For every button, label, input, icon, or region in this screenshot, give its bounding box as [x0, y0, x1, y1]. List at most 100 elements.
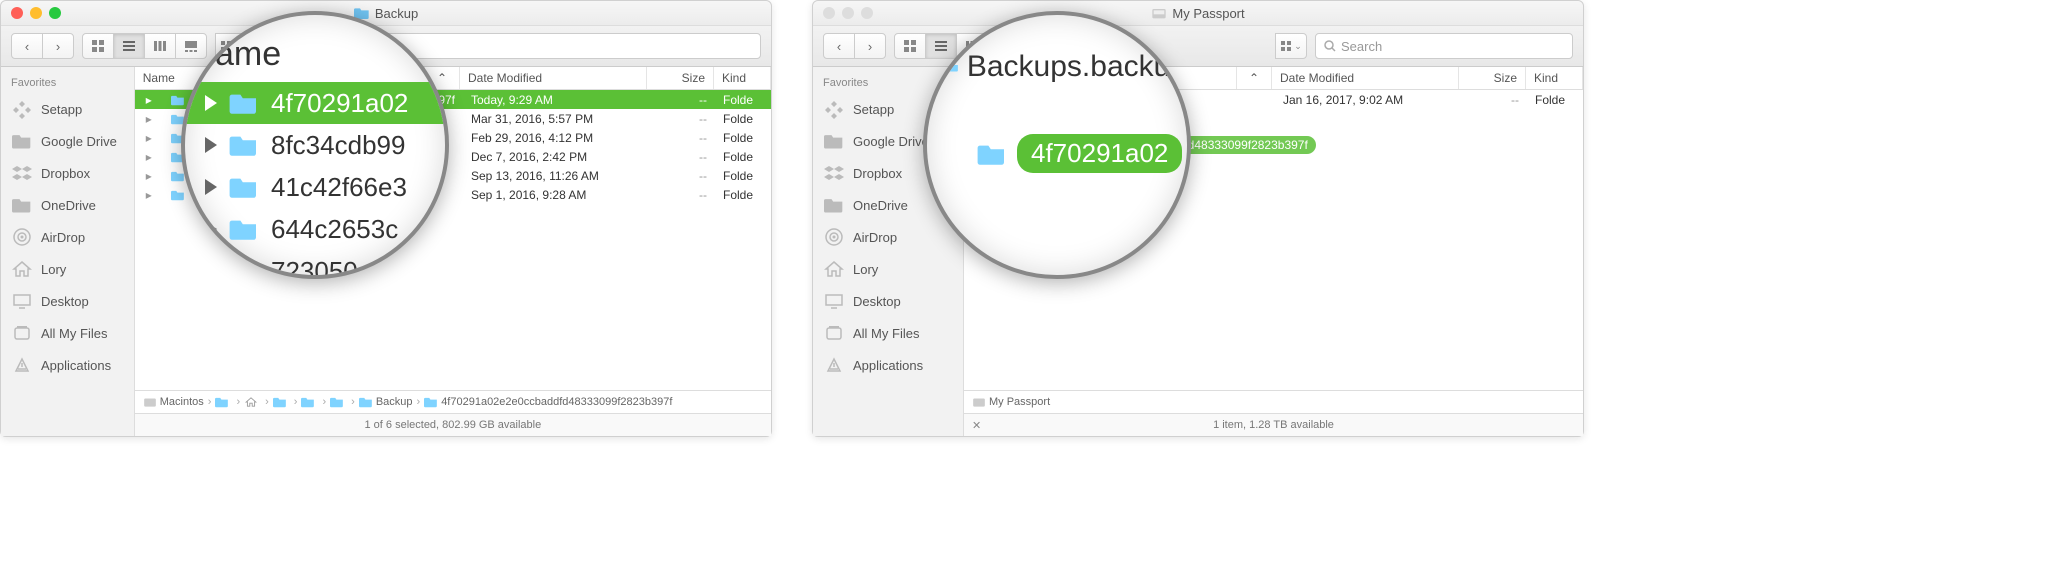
- path-segment[interactable]: [215, 396, 232, 408]
- file-kind: Folde: [715, 112, 771, 126]
- file-date: Feb 29, 2016, 4:12 PM: [463, 131, 649, 145]
- path-segment[interactable]: [301, 396, 318, 408]
- column-date[interactable]: Date Modified: [460, 67, 647, 89]
- status-text: 1 of 6 selected, 802.99 GB available: [365, 419, 542, 431]
- view-list-button[interactable]: [925, 33, 957, 59]
- titlebar: Backup: [1, 1, 771, 26]
- sidebar-item-home[interactable]: Lory: [1, 253, 134, 285]
- forward-button[interactable]: ›: [854, 33, 886, 59]
- sidebar-item-allfiles[interactable]: All My Files: [813, 317, 963, 349]
- back-button[interactable]: ‹: [823, 33, 855, 59]
- path-segment[interactable]: [273, 396, 290, 408]
- disk-icon: [1151, 6, 1167, 20]
- folder-icon: [229, 133, 259, 157]
- file-kind: Folde: [715, 188, 771, 202]
- home-icon: [823, 258, 845, 280]
- sidebar: Favorites Setapp Google Drive Dropbox On…: [1, 67, 135, 436]
- sidebar-item-applications[interactable]: Applications: [1, 349, 134, 381]
- folder-icon: [823, 130, 845, 152]
- setapp-icon: [823, 98, 845, 120]
- disclosure-icon[interactable]: ▸: [135, 131, 163, 145]
- path-separator-icon: ›: [208, 396, 212, 408]
- minimize-icon[interactable]: [30, 7, 42, 19]
- folder-icon: [972, 396, 986, 408]
- folder-icon: [273, 396, 287, 408]
- disclosure-icon[interactable]: ▸: [135, 169, 163, 183]
- view-columns-button[interactable]: [144, 33, 176, 59]
- path-segment[interactable]: Macintos: [143, 396, 204, 408]
- sidebar-item-allfiles[interactable]: All My Files: [1, 317, 134, 349]
- disclosure-icon[interactable]: ▸: [135, 93, 163, 107]
- sidebar-item-setapp[interactable]: Setapp: [1, 93, 134, 125]
- path-segment[interactable]: Backup: [359, 396, 413, 408]
- path-segment[interactable]: [244, 396, 261, 408]
- column-kind[interactable]: Kind: [714, 67, 771, 89]
- folder-icon: [244, 396, 258, 408]
- file-size: --: [649, 188, 715, 202]
- file-kind: Folde: [715, 131, 771, 145]
- disclosure-icon[interactable]: ▸: [135, 188, 163, 202]
- file-date: Sep 1, 2016, 9:28 AM: [463, 188, 649, 202]
- sidebar-item-applications[interactable]: Applications: [813, 349, 963, 381]
- window-title: Backup: [375, 6, 418, 21]
- zoom-icon[interactable]: [861, 7, 873, 19]
- sort-indicator-icon[interactable]: ⌃: [1237, 67, 1272, 89]
- file-kind: Folde: [715, 93, 771, 107]
- disclosure-icon[interactable]: ▸: [135, 150, 163, 164]
- disclosure-icon[interactable]: ▸: [135, 112, 163, 126]
- view-icons-button[interactable]: [82, 33, 114, 59]
- allfiles-icon: [11, 322, 33, 344]
- sidebar-header: Favorites: [1, 73, 134, 93]
- path-separator-icon: ›: [417, 396, 421, 408]
- sidebar-item-airdrop[interactable]: AirDrop: [813, 221, 963, 253]
- column-kind[interactable]: Kind: [1526, 67, 1583, 89]
- folder-icon: [229, 217, 259, 241]
- file-size: --: [1461, 93, 1527, 107]
- drop-badge-tail: dd48333099f2823b397f: [1173, 136, 1316, 154]
- dropbox-icon: [11, 162, 33, 184]
- window-title: My Passport: [1172, 6, 1244, 21]
- path-segment[interactable]: My Passport: [972, 396, 1050, 408]
- close-icon[interactable]: [823, 7, 835, 19]
- file-date: Mar 31, 2016, 5:57 PM: [463, 112, 649, 126]
- view-list-button[interactable]: [113, 33, 145, 59]
- sidebar-item-dropbox[interactable]: Dropbox: [1, 157, 134, 189]
- file-date: Today, 9:29 AM: [463, 93, 649, 107]
- stop-icon[interactable]: ✕: [972, 419, 981, 432]
- status-bar: ✕ 1 item, 1.28 TB available: [964, 413, 1583, 436]
- file-date: Sep 13, 2016, 11:26 AM: [463, 169, 649, 183]
- column-date[interactable]: Date Modified: [1272, 67, 1459, 89]
- zoom-icon[interactable]: [49, 7, 61, 19]
- path-bar[interactable]: My Passport: [964, 390, 1583, 413]
- file-size: --: [649, 131, 715, 145]
- file-date: Jan 16, 2017, 9:02 AM: [1275, 93, 1461, 107]
- sidebar-item-desktop[interactable]: Desktop: [813, 285, 963, 317]
- file-kind: Folde: [1527, 93, 1583, 107]
- close-icon[interactable]: [11, 7, 23, 19]
- drop-badge: 4f70291a02: [1017, 134, 1182, 173]
- sidebar-item-onedrive[interactable]: OneDrive: [1, 189, 134, 221]
- sidebar-item-home[interactable]: Lory: [813, 253, 963, 285]
- minimize-icon[interactable]: [842, 7, 854, 19]
- view-gallery-button[interactable]: [175, 33, 207, 59]
- column-size[interactable]: Size: [1459, 67, 1526, 89]
- sidebar-item-airdrop[interactable]: AirDrop: [1, 221, 134, 253]
- path-bar[interactable]: Macintos››››››Backup›4f70291a02e2e0ccbad…: [135, 390, 771, 413]
- column-size[interactable]: Size: [647, 67, 714, 89]
- back-button[interactable]: ‹: [11, 33, 43, 59]
- view-icons-button[interactable]: [894, 33, 926, 59]
- forward-button[interactable]: ›: [42, 33, 74, 59]
- sidebar-item-desktop[interactable]: Desktop: [1, 285, 134, 317]
- search-input[interactable]: Search: [1315, 33, 1573, 59]
- sidebar-item-googledrive[interactable]: Google Drive: [1, 125, 134, 157]
- folder-icon: [301, 396, 315, 408]
- path-segment[interactable]: [330, 396, 347, 408]
- folder-icon: [11, 194, 33, 216]
- mag-row: 4f70291a02: [927, 134, 1187, 173]
- arrange-dropdown[interactable]: ⌄: [1275, 33, 1307, 59]
- file-size: --: [649, 93, 715, 107]
- desktop-icon: [823, 290, 845, 312]
- titlebar: My Passport: [813, 1, 1583, 26]
- path-segment[interactable]: 4f70291a02e2e0ccbaddfd48333099f2823b397f: [424, 396, 672, 408]
- folder-icon: [330, 396, 344, 408]
